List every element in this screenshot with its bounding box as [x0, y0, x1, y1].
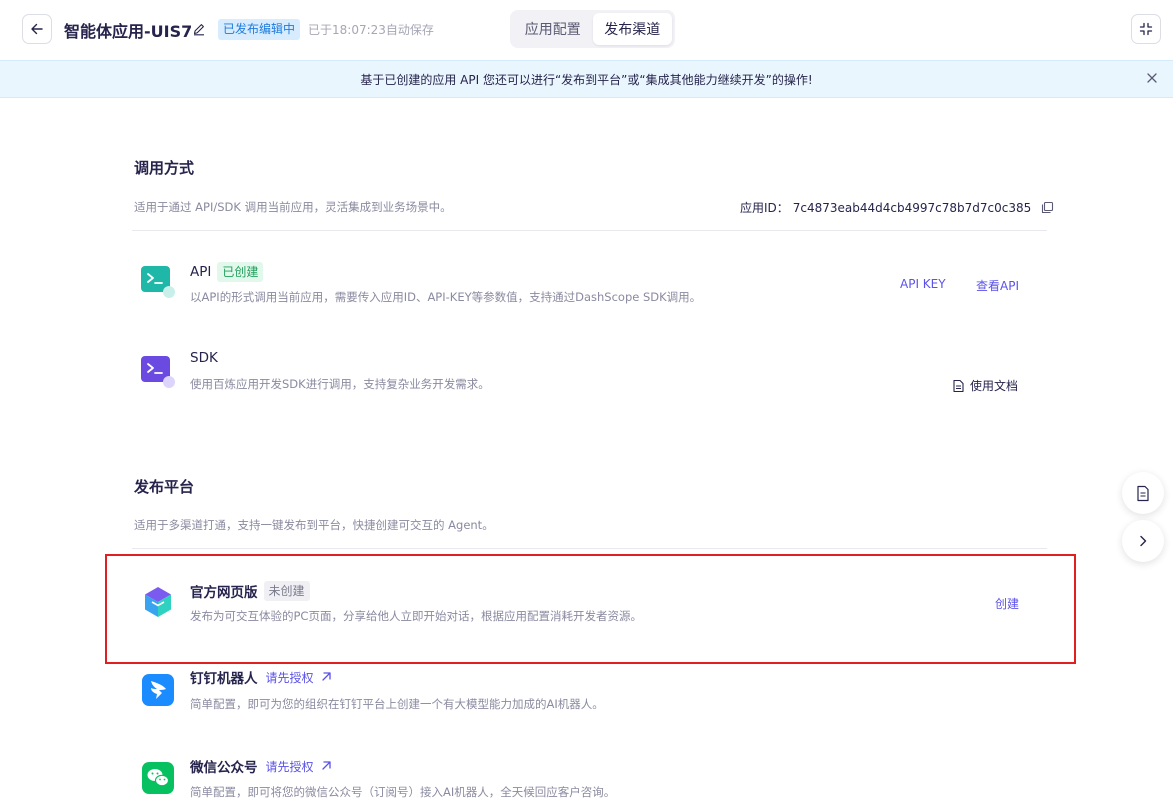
copy-icon[interactable]: [1041, 201, 1054, 214]
highlight-box: [105, 554, 1076, 664]
sdk-docs-link[interactable]: 使用文档: [952, 377, 1018, 394]
external-link-icon: [321, 761, 331, 770]
api-status-tag: 已创建: [217, 262, 264, 282]
app-id-value: 7c4873eab44d4cb4997c78b7d7c0c385: [792, 200, 1032, 215]
dingtalk-icon: [142, 674, 174, 706]
wechat-name: 微信公众号: [190, 760, 258, 776]
app-title: 智能体应用-UIS7: [64, 22, 193, 41]
api-name: API: [190, 264, 212, 280]
fullscreen-exit-icon: [1139, 22, 1153, 36]
sdk-docs-label: 使用文档: [970, 379, 1019, 393]
notice-text: 基于已创建的应用 API 您还可以进行“发布到平台”或“集成其他能力继续开发”的…: [360, 72, 813, 87]
chevron-right-icon: [1140, 535, 1147, 547]
dingtalk-desc: 简单配置，即可为您的组织在钉钉平台上创建一个有大模型能力加成的AI机器人。: [190, 697, 604, 711]
dingtalk-name: 钉钉机器人: [190, 671, 258, 687]
terminal-icon: [141, 356, 175, 388]
sdk-name: SDK: [190, 350, 218, 366]
status-badge: 已发布编辑中: [218, 19, 301, 40]
sdk-row-title: SDK: [190, 350, 218, 366]
wechat-icon: [142, 762, 174, 794]
sdk-desc: 使用百炼应用开发SDK进行调用，支持复杂业务开发需求。: [190, 377, 490, 391]
publish-section-desc: 适用于多渠道打通，支持一键发布到平台，快捷创建可交互的 Agent。: [134, 518, 494, 532]
view-api-link[interactable]: 查看API: [976, 277, 1019, 294]
api-row-title: API 已创建: [190, 262, 264, 282]
invoke-section-desc: 适用于通过 API/SDK 调用当前应用，灵活集成到业务场景中。: [134, 200, 452, 214]
api-key-link[interactable]: API KEY: [900, 277, 946, 291]
publish-section-title: 发布平台: [134, 478, 195, 496]
back-button[interactable]: [22, 14, 52, 44]
app-id-label: 应用ID：: [740, 201, 789, 215]
tab-publish-channel[interactable]: 发布渠道: [592, 13, 672, 45]
tab-app-config[interactable]: 应用配置: [513, 13, 593, 45]
document-icon: [1137, 485, 1149, 501]
autosave-status: 已于18:07:23自动保存: [308, 23, 434, 37]
dingtalk-auth-link[interactable]: 请先授权: [266, 669, 332, 686]
divider: [132, 548, 1047, 549]
back-arrow-icon: [31, 23, 43, 35]
close-icon[interactable]: [1145, 71, 1159, 85]
edit-icon[interactable]: [192, 22, 206, 36]
divider: [132, 230, 1047, 231]
terminal-icon: [141, 266, 175, 298]
app-id: 应用ID： 7c4873eab44d4cb4997c78b7d7c0c385: [740, 199, 1054, 216]
wechat-auth-link[interactable]: 请先授权: [266, 758, 332, 775]
document-icon: [953, 379, 964, 392]
invoke-section-title: 调用方式: [134, 159, 195, 177]
wechat-desc: 简单配置，即可将您的微信公众号（订阅号）接入AI机器人，全天候回应客户咨询。: [190, 785, 616, 799]
dingtalk-row-title: 钉钉机器人 请先授权: [190, 667, 332, 687]
notice-bar: 基于已创建的应用 API 您还可以进行“发布到平台”或“集成其他能力继续开发”的…: [0, 60, 1173, 98]
tab-switcher: 应用配置 发布渠道: [510, 10, 675, 48]
app-header: 智能体应用-UIS7 已发布编辑中 已于18:07:23自动保存 应用配置 发布…: [0, 0, 1173, 60]
dingtalk-auth-label: 请先授权: [265, 670, 314, 685]
wechat-auth-label: 请先授权: [265, 759, 314, 774]
external-link-icon: [321, 672, 331, 681]
wechat-row-title: 微信公众号 请先授权: [190, 756, 332, 776]
exit-fullscreen-button[interactable]: [1131, 14, 1161, 44]
docs-float-button[interactable]: [1122, 472, 1164, 514]
expand-float-button[interactable]: [1122, 520, 1164, 562]
api-desc: 以API的形式调用当前应用，需要传入应用ID、API-KEY等参数值，支持通过D…: [190, 290, 702, 304]
